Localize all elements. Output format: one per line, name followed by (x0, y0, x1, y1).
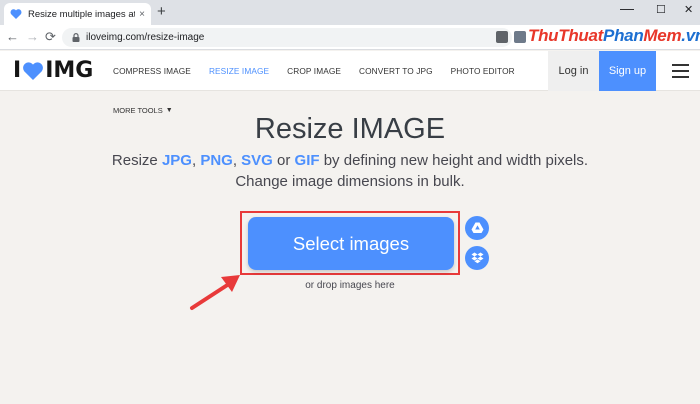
browser-tabstrip: Resize multiple images at once! × + — ☐ … (0, 0, 700, 25)
nav-photo-editor[interactable]: PHOTO EDITOR (451, 66, 515, 76)
tab-close-icon[interactable]: × (139, 9, 145, 20)
tab-title: Resize multiple images at once! (28, 8, 136, 20)
page-title: Resize IMAGE (254, 113, 446, 145)
dropbox-button[interactable] (465, 246, 489, 270)
logo-letter-i: I (13, 58, 22, 83)
main-nav: COMPRESS IMAGE RESIZE IMAGE CROP IMAGE C… (113, 66, 533, 76)
heart-logo-icon (23, 62, 44, 80)
reload-icon[interactable]: ⟳ (45, 30, 56, 44)
page-subtitle: Resize JPG, PNG, SVG or GIF by defining … (111, 152, 589, 190)
google-drive-button[interactable] (465, 216, 489, 240)
drop-hint: or drop images here (305, 280, 395, 291)
minimize-icon[interactable]: — (620, 0, 634, 16)
address-bar[interactable]: iloveimg.com/resize-image (62, 28, 512, 47)
extension-icons (496, 31, 526, 43)
nav-resize-image[interactable]: RESIZE IMAGE (209, 66, 269, 76)
login-button[interactable]: Log in (548, 51, 599, 91)
dropbox-icon (471, 252, 483, 264)
browser-tab[interactable]: Resize multiple images at once! × (4, 3, 151, 25)
url-text: iloveimg.com/resize-image (86, 32, 205, 43)
translate-icon[interactable] (514, 31, 526, 43)
forward-icon[interactable]: → (26, 30, 39, 44)
logo-text-img: IMG (45, 58, 94, 83)
nav-compress-image[interactable]: COMPRESS IMAGE (113, 66, 191, 76)
extension-icon[interactable] (496, 31, 508, 43)
lock-icon (72, 33, 80, 42)
site-header: I IMG COMPRESS IMAGE RESIZE IMAGE CROP I… (0, 51, 700, 91)
maximize-icon[interactable]: ☐ (656, 3, 666, 16)
menu-icon[interactable] (672, 64, 689, 78)
back-icon[interactable]: ← (6, 30, 19, 44)
watermark-logo: ThuThuatPhanMem.vn (528, 26, 700, 45)
window-close-icon[interactable]: ✕ (684, 3, 693, 16)
new-tab-icon[interactable]: + (157, 4, 166, 20)
iloveimg-logo[interactable]: I IMG (13, 60, 93, 82)
red-arrow-icon (190, 275, 240, 310)
heart-favicon-icon (10, 9, 22, 19)
google-drive-icon (471, 222, 483, 233)
nav-crop-image[interactable]: CROP IMAGE (287, 66, 341, 76)
nav-convert-to-jpg[interactable]: CONVERT TO JPG (359, 66, 433, 76)
select-images-button[interactable]: Select images (248, 217, 454, 270)
signup-button[interactable]: Sign up (599, 51, 656, 91)
